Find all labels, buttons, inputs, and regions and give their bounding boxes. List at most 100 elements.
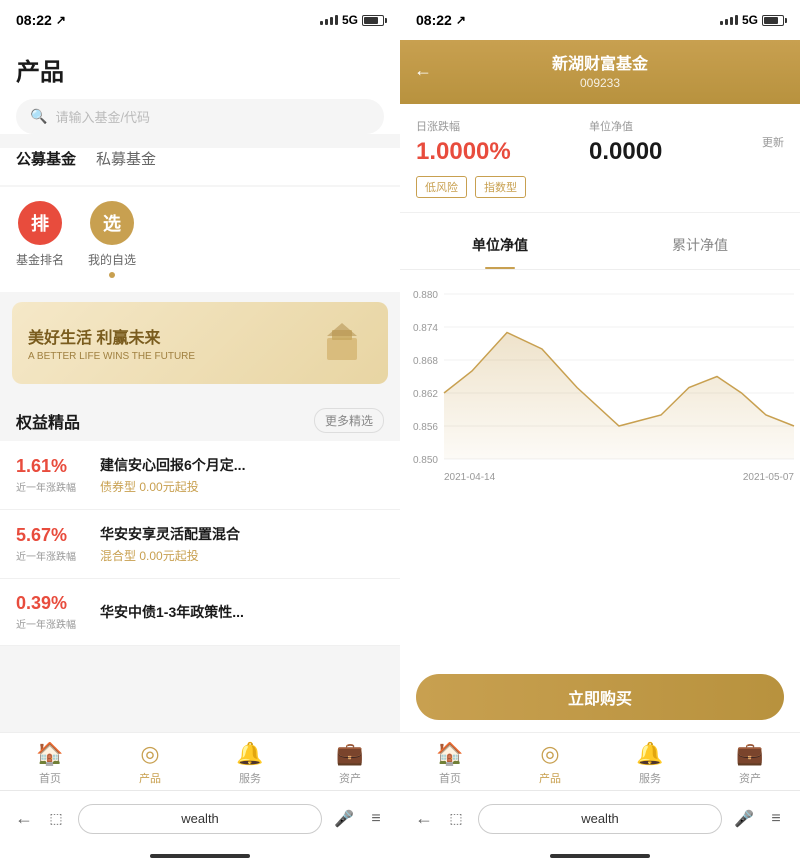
back-btn-left[interactable]: ← [8,803,40,835]
fund-return-2: 5.67% 近一年涨跌幅 [16,525,86,563]
tag-row: 低风险 指数型 [416,176,784,198]
banner-title: 美好生活 利赢未来 [28,324,195,348]
fund-info-1: 建信安心回报6个月定... 债券型 0.00元起投 [100,455,245,495]
nav-service-label: 服务 [239,770,261,786]
nav-home-left[interactable]: 🏠 首页 [20,741,80,786]
nav-product-right[interactable]: ◎ 产品 [520,741,580,786]
chart-tabs: 单位净值 累计净值 [400,221,800,270]
tag-index: 指数型 [475,176,526,198]
chart-area: 0.880 0.874 0.868 0.862 0.856 0.850 [400,270,800,500]
section-title: 权益精品 [16,409,80,433]
fund-return-3: 0.39% 近一年涨跌幅 [16,593,86,631]
more-button[interactable]: 更多精选 [314,408,384,433]
fund-info-2: 华安安享灵活配置混合 混合型 0.00元起投 [100,524,240,564]
nav-home-right[interactable]: 🏠 首页 [420,741,480,786]
nav-chart: 0.880 0.874 0.868 0.862 0.856 0.850 [400,280,800,500]
bottom-bar-left: ← ⬚ wealth 🎤 ≡ [0,790,400,846]
time-right: 08:22 [416,12,452,28]
ranking-circle: 排 [18,201,62,245]
nav-service-right[interactable]: 🔔 服务 [620,741,680,786]
status-bar-left: 08:22 ↗ 5G [0,0,400,40]
home-indicator-right [400,846,800,866]
svg-text:0.874: 0.874 [413,323,438,334]
tag-low-risk: 低风险 [416,176,467,198]
home-indicator-left [0,846,400,866]
browser-input-left[interactable]: wealth [78,804,322,834]
buy-button-container: 立即购买 [400,662,800,732]
nav-asset-label-right: 资产 [739,770,761,786]
fund-info-3: 华安中债1-3年政策性... [100,602,244,622]
fund-list: 1.61% 近一年涨跌幅 建信安心回报6个月定... 债券型 0.00元起投 5… [0,441,400,646]
tab-private-fund[interactable]: 私募基金 [96,148,156,173]
back-btn-right[interactable]: ← [408,803,440,835]
nav-home-label: 首页 [39,770,61,786]
menu-btn-right[interactable]: ≡ [760,803,792,835]
tab-unit-nav[interactable]: 单位净值 [400,221,600,269]
browser-input-right[interactable]: wealth [478,804,722,834]
tab-btn-left[interactable]: ⬚ [40,803,72,835]
nav-home-label-right: 首页 [439,770,461,786]
fund-item-3[interactable]: 0.39% 近一年涨跌幅 华安中债1-3年政策性... [0,579,400,646]
service-icon: 🔔 [236,741,263,767]
back-arrow[interactable]: ← [414,60,432,81]
favorites-label: 我的自选 [88,251,136,268]
tab-public-fund[interactable]: 公募基金 [16,148,76,173]
nav-label: 单位净值 [589,118,762,134]
mic-btn-right[interactable]: 🎤 [728,803,760,835]
nav-asset-right[interactable]: 💼 资产 [720,741,780,786]
change-label: 日涨跌幅 [416,118,589,134]
nav-asset-left[interactable]: 💼 资产 [320,741,380,786]
fund-item-2[interactable]: 5.67% 近一年涨跌幅 华安安享灵活配置混合 混合型 0.00元起投 [0,510,400,579]
nav-product-left[interactable]: ◎ 产品 [120,741,180,786]
page-title: 产品 [16,52,384,87]
network-left: 5G [342,13,358,27]
nav-asset-label: 资产 [339,770,361,786]
search-input[interactable]: 请输入基金/代码 [55,107,150,126]
battery-left [362,15,384,26]
fund-item-1[interactable]: 1.61% 近一年涨跌幅 建信安心回报6个月定... 债券型 0.00元起投 [0,441,400,510]
signal-left [320,15,338,25]
svg-text:0.880: 0.880 [413,290,438,301]
nav-product-label: 产品 [139,770,161,786]
status-bar-right: 08:22 ↗ 5G [400,0,800,40]
chart-spacer [400,500,800,662]
icon-favorites[interactable]: 选 我的自选 [88,201,136,278]
icon-row: 排 基金排名 选 我的自选 [0,187,400,292]
fund-code: 009233 [552,76,648,90]
svg-text:0.868: 0.868 [413,356,438,367]
asset-icon-right: 💼 [736,741,763,767]
fund-stats-card: 日涨跌幅 1.0000% 单位净值 0.0000 更新 低风险 指数型 [400,104,800,213]
nav-service-label-right: 服务 [639,770,661,786]
change-value: 1.0000% [416,138,589,166]
nav-service-left[interactable]: 🔔 服务 [220,741,280,786]
search-icon: 🔍 [30,108,47,125]
network-right: 5G [742,13,758,27]
svg-text:0.856: 0.856 [413,422,438,433]
mic-btn-left[interactable]: 🎤 [328,803,360,835]
search-bar[interactable]: 🔍 请输入基金/代码 [16,99,384,134]
svg-text:0.850: 0.850 [413,455,438,466]
change-col: 日涨跌幅 1.0000% [416,118,589,166]
update-col: 更新 [762,118,784,150]
svg-text:2021-05-07: 2021-05-07 [743,472,795,483]
asset-icon: 💼 [336,741,363,767]
time-left: 08:22 [16,12,52,28]
svg-text:0.862: 0.862 [413,389,438,400]
nav-col: 单位净值 0.0000 [589,118,762,166]
fund-tab-row: 公募基金 私募基金 [0,148,400,185]
icon-ranking[interactable]: 排 基金排名 [16,201,64,278]
menu-btn-left[interactable]: ≡ [360,803,392,835]
home-icon: 🏠 [36,741,63,767]
tab-btn-right[interactable]: ⬚ [440,803,472,835]
tab-cumulative-nav[interactable]: 累计净值 [600,221,800,269]
promo-banner[interactable]: 美好生活 利赢未来 A BETTER LIFE WINS THE FUTURE [12,302,388,384]
fund-detail-header: ← 新湖财富基金 009233 [400,40,800,104]
buy-button[interactable]: 立即购买 [416,674,784,720]
svg-text:2021-04-14: 2021-04-14 [444,472,496,483]
nav-bar-right: 🏠 首页 ◎ 产品 🔔 服务 💼 资产 [400,732,800,790]
battery-right [762,15,784,26]
banner-decoration-icon [312,318,372,368]
nav-bar-left: 🏠 首页 ◎ 产品 🔔 服务 💼 资产 [0,732,400,790]
product-icon: ◎ [140,741,159,767]
nav-product-label-right: 产品 [539,770,561,786]
